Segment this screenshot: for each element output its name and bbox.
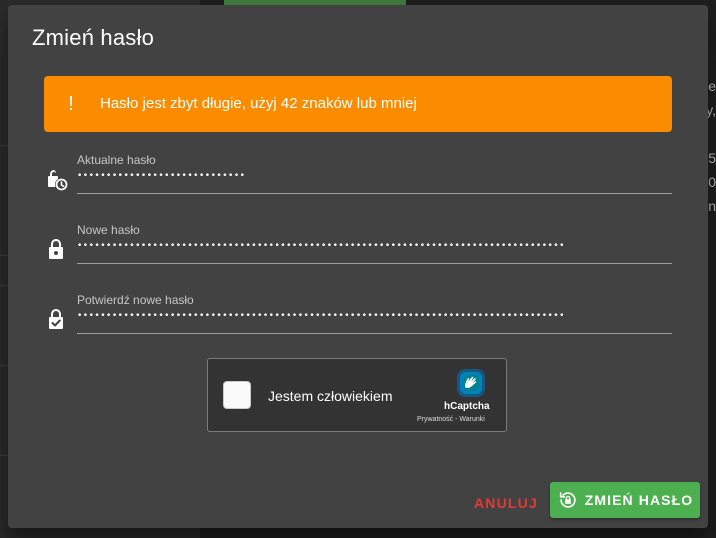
warning-alert: ! Hasło jest zbyt długie, użyj 42 znaków… [44, 76, 672, 132]
hcaptcha-widget: Jestem człowiekiem hCaptcha Prywatność -… [207, 358, 507, 432]
new-password-input[interactable]: ••••••••••••••••••••••••••••••••••••••••… [77, 235, 672, 257]
change-password-button[interactable]: ZMIEŃ HASŁO [550, 482, 700, 518]
new-password-field: Nowe hasło •••••••••••••••••••••••••••••… [44, 223, 672, 269]
input-underline [77, 193, 672, 194]
captcha-checkbox[interactable] [223, 381, 251, 409]
lock-check-icon [49, 309, 63, 329]
change-password-button-label: ZMIEŃ HASŁO [584, 492, 694, 508]
dialog-title: Zmień hasło [32, 25, 155, 50]
lock-icon [49, 239, 63, 259]
alert-message: Hasło jest zbyt długie, użyj 42 znaków l… [100, 95, 417, 112]
captcha-label: Jestem człowiekiem [268, 388, 393, 404]
change-password-dialog: Zmień hasło ! Hasło jest zbyt długie, uż… [8, 5, 708, 528]
current-password-field: Aktualne hasło •••••••••••••••••••••••••… [44, 153, 672, 199]
lock-reset-icon [559, 492, 576, 508]
captcha-links[interactable]: Prywatność - Warunki [417, 416, 485, 423]
input-underline [77, 263, 672, 264]
cancel-button[interactable]: ANULUJ [466, 485, 546, 521]
input-underline [77, 333, 672, 334]
confirm-password-input[interactable]: ••••••••••••••••••••••••••••••••••••••••… [77, 305, 672, 327]
hcaptcha-logo-icon [457, 369, 485, 397]
current-password-input[interactable]: ••••••••••••••••••••••••••••• [77, 165, 672, 187]
confirm-password-field: Potwierdź nowe hasło •••••••••••••••••••… [44, 293, 672, 339]
lock-clock-icon [48, 170, 68, 191]
exclamation-icon: ! [68, 93, 74, 115]
captcha-brand: hCaptcha [444, 401, 490, 412]
